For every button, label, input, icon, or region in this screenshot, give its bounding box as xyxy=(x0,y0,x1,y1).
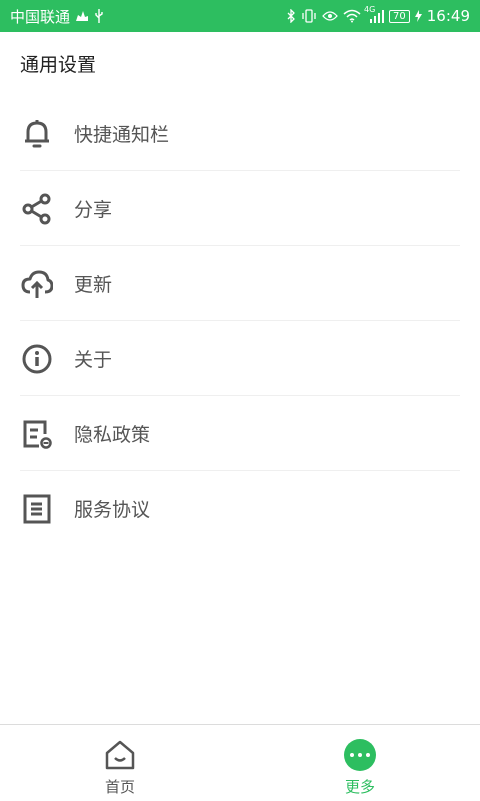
menu-item-about[interactable]: 关于 xyxy=(0,321,480,396)
eye-comfort-icon xyxy=(322,10,338,22)
menu-item-label: 关于 xyxy=(74,349,113,371)
status-bar: 中国联通 4G 70 16:49 xyxy=(0,0,480,32)
usb-icon xyxy=(94,8,104,24)
network-type: 4G xyxy=(364,5,376,14)
settings-list: 快捷通知栏 分享 更新 关于 隐私政策 服务协议 xyxy=(0,96,480,546)
notification-app-icon xyxy=(74,9,90,23)
status-bar-right: 4G 70 16:49 xyxy=(287,0,470,32)
tab-label: 更多 xyxy=(344,778,375,796)
tab-label: 首页 xyxy=(104,778,135,796)
clock: 16:49 xyxy=(426,7,470,25)
menu-item-label: 服务协议 xyxy=(74,499,151,521)
status-bar-left: 中国联通 xyxy=(10,0,104,32)
wifi-icon xyxy=(343,9,361,23)
home-icon xyxy=(103,738,137,772)
tab-more[interactable]: 更多 xyxy=(300,725,420,801)
menu-item-update[interactable]: 更新 xyxy=(0,246,480,321)
info-icon xyxy=(20,342,54,376)
menu-item-label: 快捷通知栏 xyxy=(74,124,170,146)
carrier-name: 中国联通 xyxy=(10,7,71,26)
menu-item-quick-notification[interactable]: 快捷通知栏 xyxy=(0,96,480,171)
vibrate-icon xyxy=(301,9,317,23)
signal-icon: 4G xyxy=(364,5,385,23)
privacy-policy-icon xyxy=(20,417,54,451)
bluetooth-icon xyxy=(287,9,296,23)
menu-item-label: 隐私政策 xyxy=(74,424,151,446)
cloud-upload-icon xyxy=(20,267,54,301)
menu-item-share[interactable]: 分享 xyxy=(0,171,480,246)
charging-icon xyxy=(414,10,422,22)
menu-item-service-agreement[interactable]: 服务协议 xyxy=(0,471,480,546)
battery-level: 70 xyxy=(389,9,410,23)
more-icon xyxy=(343,738,377,772)
menu-item-label: 更新 xyxy=(74,274,113,296)
menu-item-privacy-policy[interactable]: 隐私政策 xyxy=(0,396,480,471)
bell-icon xyxy=(20,117,54,151)
bottom-navigation: 首页 更多 xyxy=(0,724,480,801)
tab-home[interactable]: 首页 xyxy=(60,725,180,801)
agreement-icon xyxy=(20,492,54,526)
menu-item-label: 分享 xyxy=(74,199,113,221)
section-title: 通用设置 xyxy=(20,54,97,76)
share-icon xyxy=(20,192,54,226)
